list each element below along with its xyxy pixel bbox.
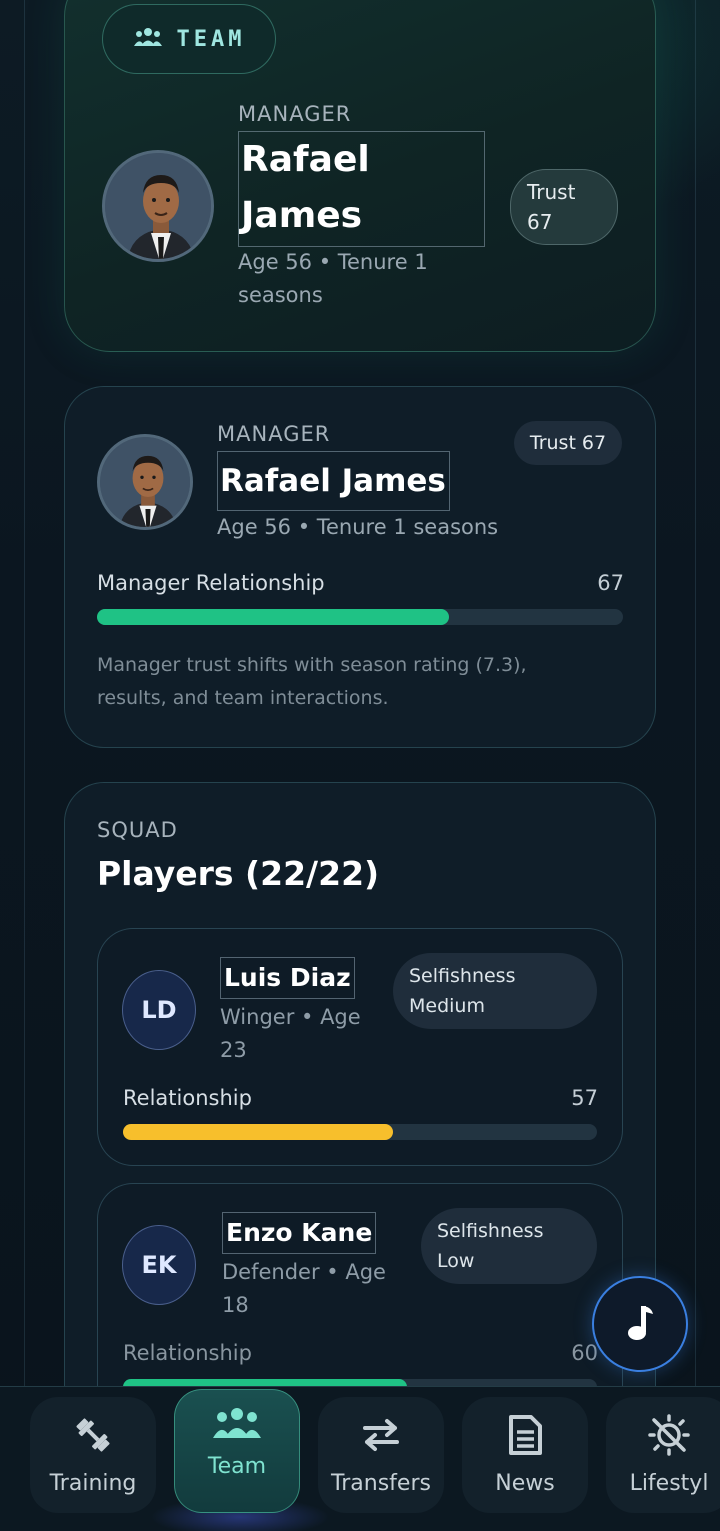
hero-trust-pill[interactable]: Trust 67: [510, 169, 618, 245]
player-role-line2: 23: [220, 1038, 247, 1062]
lifestyle-icon: [647, 1413, 691, 1461]
hero-name-line1: Rafael: [241, 139, 370, 180]
player-relationship-label: Relationship: [123, 1086, 252, 1110]
hero-name-line2: James: [241, 195, 363, 236]
player-role-line1: Defender • Age: [222, 1260, 386, 1284]
nav-label: Training: [49, 1471, 137, 1496]
team-chip-label: TEAM: [176, 26, 246, 52]
dumbbell-icon: [71, 1413, 115, 1461]
player-role-line1: Winger • Age: [220, 1005, 361, 1029]
player-role: Winger • Age 23: [220, 1001, 370, 1067]
player-relationship-bar: [123, 1124, 597, 1140]
player-initials-avatar: LD: [122, 970, 196, 1050]
nav-item-lifestyle[interactable]: Lifestyl: [606, 1397, 720, 1513]
manager-avatar-small[interactable]: [97, 434, 193, 530]
nav-label: Lifestyl: [629, 1471, 709, 1496]
nav-label: Team: [207, 1454, 267, 1479]
hero-section-label: MANAGER: [238, 102, 352, 126]
nav-item-team[interactable]: Team: [174, 1389, 300, 1513]
manager-section-label: MANAGER: [217, 422, 331, 446]
player-initials-avatar: EK: [122, 1225, 196, 1305]
selfishness-pill: Selfishness Low: [421, 1208, 597, 1284]
player-relationship-value: 57: [571, 1086, 598, 1110]
hero-manager-name: Rafael James: [238, 131, 485, 247]
squad-section-label: SQUAD: [97, 818, 178, 842]
player-role-line2: 18: [222, 1293, 249, 1317]
transfer-arrows-icon: [359, 1413, 403, 1461]
bottom-nav: Training Team Transfers News Lifestyl: [0, 1386, 720, 1531]
team-icon: [212, 1406, 262, 1444]
manager-avatar[interactable]: [102, 150, 214, 262]
manager-note-line1: Manager trust shifts with season rating …: [97, 654, 527, 676]
player-name: Enzo Kane: [222, 1212, 377, 1254]
nav-item-news[interactable]: News: [462, 1397, 588, 1513]
manager-relationship-fill: [97, 609, 450, 625]
selfishness-label: Selfishness: [437, 1220, 544, 1242]
player-relationship-fill: [123, 1124, 394, 1140]
team-icon: [133, 26, 163, 52]
selfishness-label: Selfishness: [409, 965, 516, 987]
nav-label: Transfers: [331, 1471, 431, 1496]
selfishness-value: Medium: [409, 995, 485, 1017]
nav-item-training[interactable]: Training: [30, 1397, 156, 1513]
player-name: Luis Diaz: [220, 957, 355, 999]
frame-line-right: [695, 0, 696, 1390]
player-relationship-label: Relationship: [123, 1341, 252, 1365]
manager-note: Manager trust shifts with season rating …: [97, 649, 527, 715]
manager-relationship-bar: [97, 609, 623, 625]
nav-label: News: [495, 1471, 555, 1496]
player-role: Defender • Age 18: [222, 1256, 392, 1322]
manager-meta: Age 56 • Tenure 1 seasons: [217, 515, 499, 539]
selfishness-pill: Selfishness Medium: [393, 953, 597, 1029]
music-note-icon: [623, 1302, 657, 1346]
frame-line-left: [24, 0, 25, 1390]
manager-relationship-value: 67: [597, 571, 624, 595]
hero-meta-line1: Age 56 • Tenure 1: [238, 250, 428, 274]
player-relationship-value: 60: [571, 1341, 598, 1365]
selfishness-value: Low: [437, 1250, 475, 1272]
manager-relationship-label: Manager Relationship: [97, 571, 325, 595]
music-button[interactable]: [592, 1276, 688, 1372]
hero-trust-label: Trust: [527, 180, 576, 204]
manager-trust-badge: Trust 67: [514, 421, 622, 465]
hero-meta-line2: seasons: [238, 283, 323, 307]
hero-manager-meta: Age 56 • Tenure 1 seasons: [238, 246, 428, 312]
squad-title: Players (22/22): [97, 854, 380, 893]
news-icon: [503, 1413, 547, 1461]
hero-trust-value: 67: [527, 210, 553, 234]
nav-item-transfers[interactable]: Transfers: [318, 1397, 444, 1513]
team-chip[interactable]: TEAM: [102, 4, 276, 74]
manager-name: Rafael James: [217, 451, 450, 511]
manager-note-line2: results, and team interactions.: [97, 687, 389, 709]
